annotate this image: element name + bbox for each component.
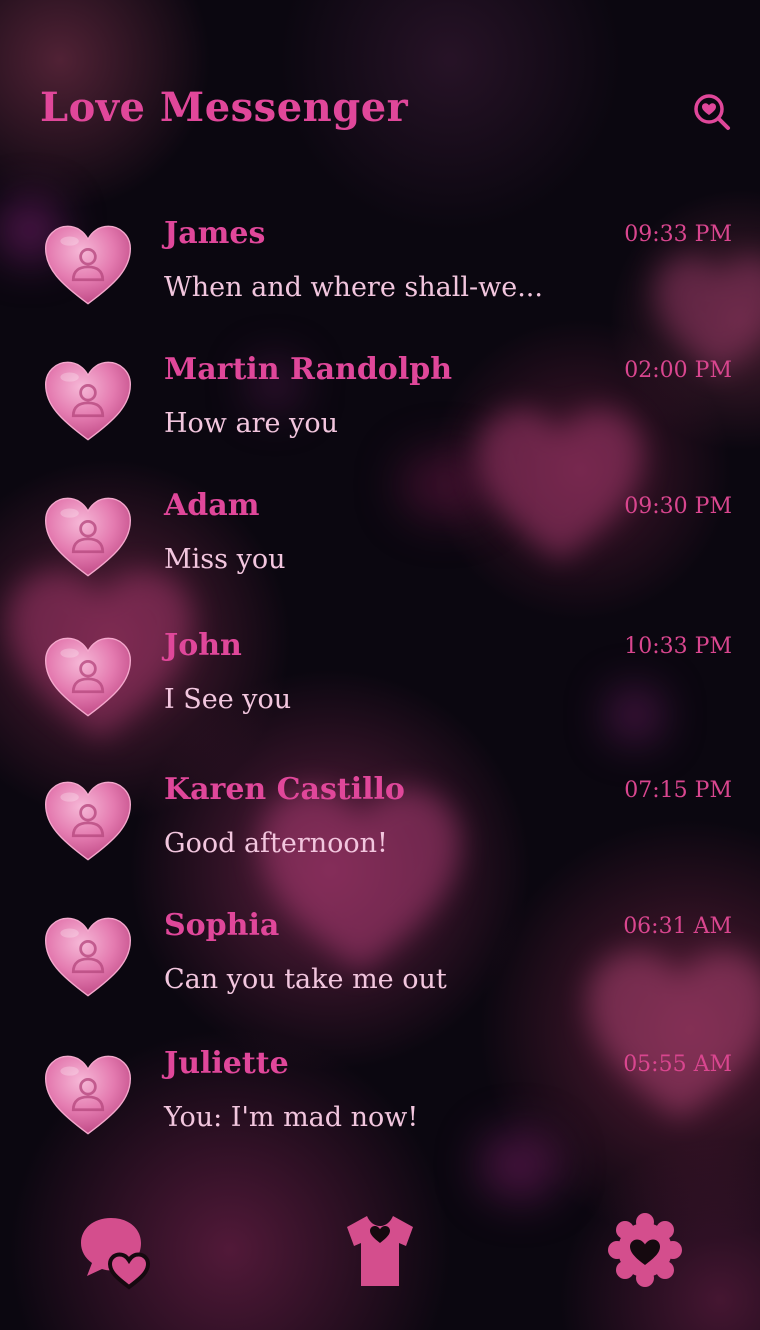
avatar (42, 778, 134, 864)
heart-search-icon (694, 94, 730, 130)
settings-heart-icon (608, 1213, 682, 1287)
conversation-item[interactable]: Martin Randolph How are you 02:00 PM (0, 336, 760, 466)
app-title: Love Messenger (40, 84, 409, 131)
message-preview: How are you (164, 408, 338, 439)
message-preview: You: I'm mad now! (164, 1102, 419, 1133)
avatar (42, 494, 134, 580)
contact-name: Martin Randolph (164, 352, 453, 387)
avatar (42, 914, 134, 1000)
contact-name: James (164, 216, 266, 251)
heart-avatar-icon (44, 781, 132, 861)
heart-avatar-icon (44, 361, 132, 441)
message-time: 09:33 PM (624, 222, 732, 247)
avatar (42, 358, 134, 444)
contact-name: Adam (164, 488, 260, 523)
contact-name: Karen Castillo (164, 772, 405, 807)
heart-avatar-icon (44, 1055, 132, 1135)
message-time: 07:15 PM (624, 778, 732, 803)
heart-avatar-icon (44, 637, 132, 717)
contact-name: Juliette (164, 1046, 289, 1081)
conversation-item[interactable]: Sophia Can you take me out 06:31 AM (0, 892, 760, 1022)
message-time: 09:30 PM (624, 494, 732, 519)
conversation-item[interactable]: Juliette You: I'm mad now! 05:55 AM (0, 1030, 760, 1160)
message-preview: Miss you (164, 544, 286, 575)
message-preview: When and where shall-we... (164, 272, 543, 303)
message-time: 06:31 AM (623, 914, 732, 939)
bottom-navigation (0, 1200, 760, 1320)
conversation-item[interactable]: John I See you 10:33 PM (0, 612, 760, 742)
contact-name: Sophia (164, 908, 280, 943)
chat-heart-icon (81, 1218, 151, 1290)
avatar (42, 634, 134, 720)
message-preview: I See you (164, 684, 292, 715)
conversation-item[interactable]: James When and where shall-we... 09:33 PM (0, 200, 760, 330)
avatar (42, 1052, 134, 1138)
heart-avatar-icon (44, 917, 132, 997)
themes-tab[interactable] (340, 1210, 420, 1290)
message-time: 02:00 PM (624, 358, 732, 383)
message-preview: Can you take me out (164, 964, 447, 995)
app-header: Love Messenger (0, 0, 760, 190)
contact-name: John (164, 628, 242, 663)
search-button[interactable] (690, 90, 734, 134)
conversation-item[interactable]: Karen Castillo Good afternoon! 07:15 PM (0, 756, 760, 886)
messages-tab[interactable] (75, 1210, 155, 1290)
message-time: 10:33 PM (624, 634, 732, 659)
message-preview: Good afternoon! (164, 828, 388, 859)
heart-avatar-icon (44, 225, 132, 305)
message-time: 05:55 AM (623, 1052, 732, 1077)
settings-tab[interactable] (605, 1210, 685, 1290)
conversation-item[interactable]: Adam Miss you 09:30 PM (0, 472, 760, 602)
shirt-heart-icon (347, 1216, 413, 1286)
avatar (42, 222, 134, 308)
heart-avatar-icon (44, 497, 132, 577)
